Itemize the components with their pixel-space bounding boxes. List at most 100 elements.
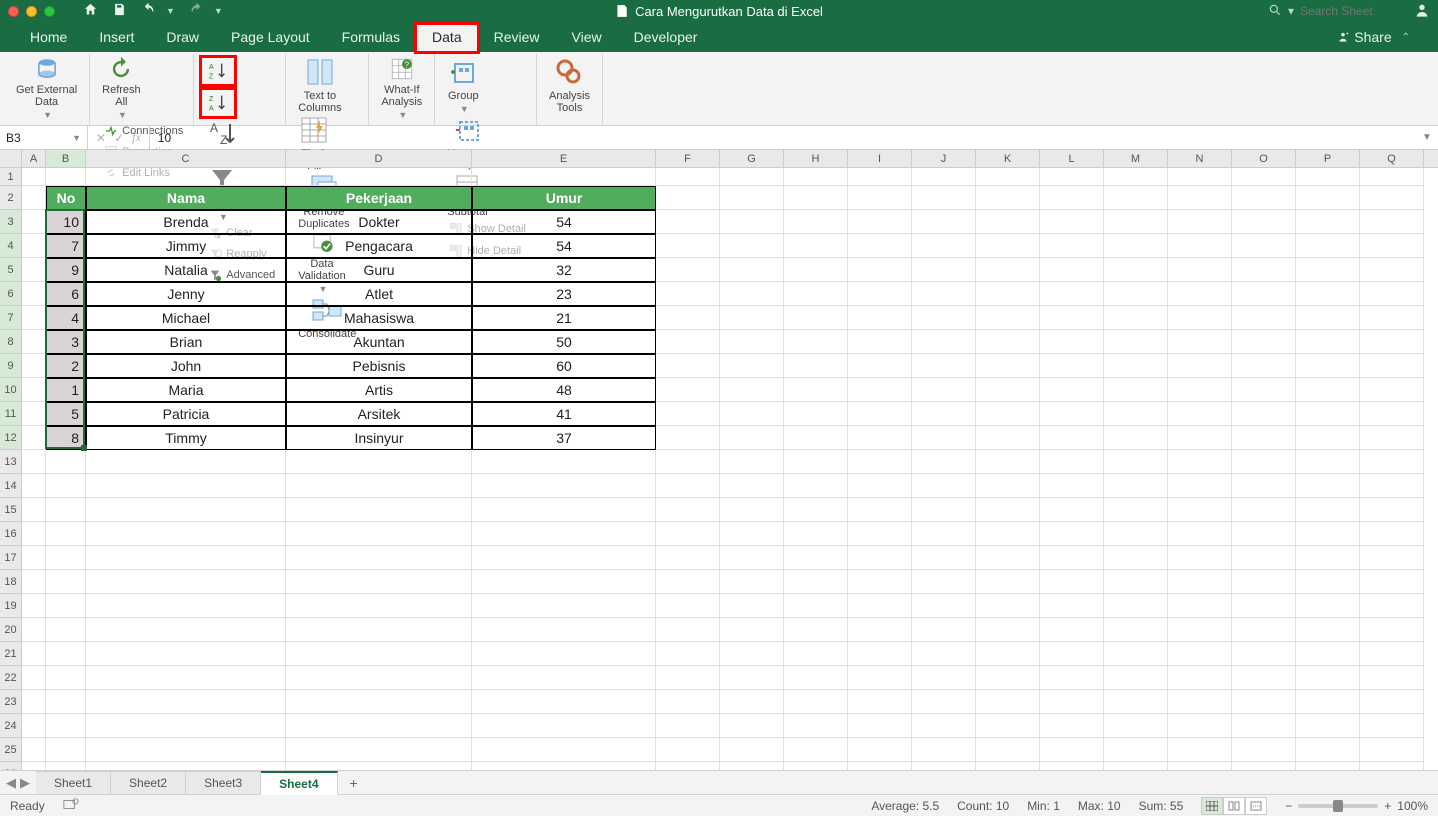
cell-A19[interactable] — [22, 594, 46, 618]
cell-O19[interactable] — [1232, 594, 1296, 618]
cell-G15[interactable] — [720, 498, 784, 522]
cell-H19[interactable] — [784, 594, 848, 618]
row-header-26[interactable]: 26 — [0, 762, 22, 770]
cell-I13[interactable] — [848, 450, 912, 474]
cell-I4[interactable] — [848, 234, 912, 258]
cell-F4[interactable] — [656, 234, 720, 258]
cell-K10[interactable] — [976, 378, 1040, 402]
cell-E14[interactable] — [472, 474, 656, 498]
cell-B6[interactable]: 6 — [46, 282, 86, 306]
undo-icon[interactable] — [141, 2, 156, 20]
cell-M8[interactable] — [1104, 330, 1168, 354]
cell-L12[interactable] — [1040, 426, 1104, 450]
cell-Q1[interactable] — [1360, 168, 1424, 186]
cell-D18[interactable] — [286, 570, 472, 594]
tab-insert[interactable]: Insert — [83, 24, 150, 52]
cell-O25[interactable] — [1232, 738, 1296, 762]
cell-P24[interactable] — [1296, 714, 1360, 738]
column-header-N[interactable]: N — [1168, 150, 1232, 167]
minimize-window-button[interactable] — [26, 6, 37, 17]
cell-K21[interactable] — [976, 642, 1040, 666]
cell-L5[interactable] — [1040, 258, 1104, 282]
cell-K2[interactable] — [976, 186, 1040, 210]
cell-A4[interactable] — [22, 234, 46, 258]
cell-K3[interactable] — [976, 210, 1040, 234]
column-header-M[interactable]: M — [1104, 150, 1168, 167]
cell-P4[interactable] — [1296, 234, 1360, 258]
cell-N9[interactable] — [1168, 354, 1232, 378]
cell-O16[interactable] — [1232, 522, 1296, 546]
cell-M4[interactable] — [1104, 234, 1168, 258]
cell-P15[interactable] — [1296, 498, 1360, 522]
row-header-3[interactable]: 3 — [0, 210, 22, 234]
cell-K24[interactable] — [976, 714, 1040, 738]
cell-E1[interactable] — [472, 168, 656, 186]
cell-D26[interactable] — [286, 762, 472, 770]
cell-Q5[interactable] — [1360, 258, 1424, 282]
cell-D19[interactable] — [286, 594, 472, 618]
cell-J24[interactable] — [912, 714, 976, 738]
cell-D16[interactable] — [286, 522, 472, 546]
cell-K13[interactable] — [976, 450, 1040, 474]
cell-E13[interactable] — [472, 450, 656, 474]
cell-K12[interactable] — [976, 426, 1040, 450]
row-header-11[interactable]: 11 — [0, 402, 22, 426]
tab-review[interactable]: Review — [478, 24, 556, 52]
row-header-10[interactable]: 10 — [0, 378, 22, 402]
cell-D22[interactable] — [286, 666, 472, 690]
cell-O15[interactable] — [1232, 498, 1296, 522]
cell-D17[interactable] — [286, 546, 472, 570]
cell-K4[interactable] — [976, 234, 1040, 258]
cell-O24[interactable] — [1232, 714, 1296, 738]
confirm-icon[interactable]: ✓ — [114, 131, 124, 145]
cell-D15[interactable] — [286, 498, 472, 522]
cell-H6[interactable] — [784, 282, 848, 306]
cell-F20[interactable] — [656, 618, 720, 642]
cell-K23[interactable] — [976, 690, 1040, 714]
cell-J12[interactable] — [912, 426, 976, 450]
cell-H23[interactable] — [784, 690, 848, 714]
cell-J19[interactable] — [912, 594, 976, 618]
cell-N12[interactable] — [1168, 426, 1232, 450]
cell-H15[interactable] — [784, 498, 848, 522]
row-header-19[interactable]: 19 — [0, 594, 22, 618]
cell-I10[interactable] — [848, 378, 912, 402]
cell-J2[interactable] — [912, 186, 976, 210]
row-header-23[interactable]: 23 — [0, 690, 22, 714]
cell-I12[interactable] — [848, 426, 912, 450]
cell-A2[interactable] — [22, 186, 46, 210]
cell-C10[interactable]: Maria — [86, 378, 286, 402]
cell-M10[interactable] — [1104, 378, 1168, 402]
cell-K22[interactable] — [976, 666, 1040, 690]
cell-K11[interactable] — [976, 402, 1040, 426]
row-header-2[interactable]: 2 — [0, 186, 22, 210]
cell-J7[interactable] — [912, 306, 976, 330]
cell-L20[interactable] — [1040, 618, 1104, 642]
cell-I14[interactable] — [848, 474, 912, 498]
cell-E19[interactable] — [472, 594, 656, 618]
cell-E20[interactable] — [472, 618, 656, 642]
cell-I23[interactable] — [848, 690, 912, 714]
cell-G7[interactable] — [720, 306, 784, 330]
cell-B2[interactable]: No — [46, 186, 86, 210]
cell-G24[interactable] — [720, 714, 784, 738]
redo-icon[interactable] — [189, 2, 204, 20]
cell-B13[interactable] — [46, 450, 86, 474]
cell-L2[interactable] — [1040, 186, 1104, 210]
cell-J3[interactable] — [912, 210, 976, 234]
cell-L8[interactable] — [1040, 330, 1104, 354]
column-header-O[interactable]: O — [1232, 150, 1296, 167]
cell-F6[interactable] — [656, 282, 720, 306]
cell-O7[interactable] — [1232, 306, 1296, 330]
text-to-columns-button[interactable]: Text to Columns — [292, 56, 347, 114]
cell-H24[interactable] — [784, 714, 848, 738]
cell-N1[interactable] — [1168, 168, 1232, 186]
cell-I11[interactable] — [848, 402, 912, 426]
cell-J9[interactable] — [912, 354, 976, 378]
close-window-button[interactable] — [8, 6, 19, 17]
cell-J23[interactable] — [912, 690, 976, 714]
cell-C5[interactable]: Natalia — [86, 258, 286, 282]
cell-F15[interactable] — [656, 498, 720, 522]
cell-G21[interactable] — [720, 642, 784, 666]
cell-Q18[interactable] — [1360, 570, 1424, 594]
